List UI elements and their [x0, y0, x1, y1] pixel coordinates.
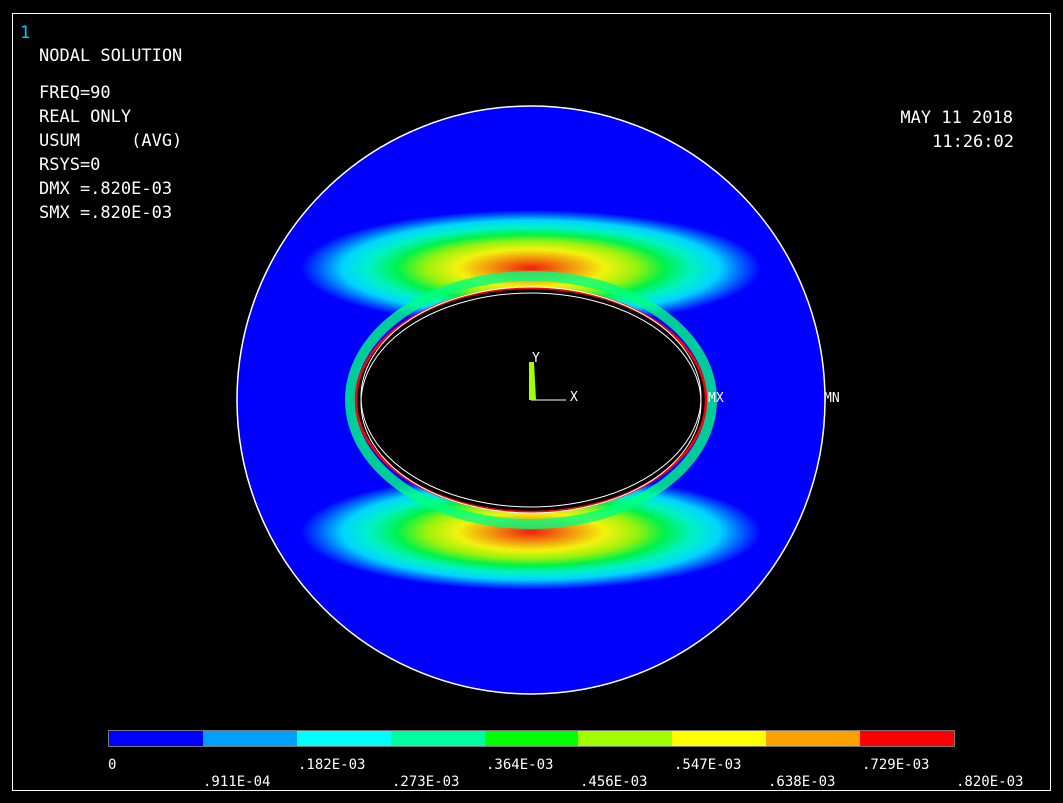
legend-label-3: .273E-03 — [392, 774, 460, 790]
legend-label-6: .547E-03 — [674, 757, 742, 773]
legend-swatch-8 — [860, 731, 955, 746]
contour-legend-bar — [108, 730, 955, 747]
legend-label-7: .638E-03 — [768, 774, 836, 790]
triad-y-label: Y — [532, 351, 540, 366]
contour-plot[interactable]: Y X MX MN — [0, 0, 1063, 720]
triad-x-label: X — [570, 390, 578, 405]
legend-label-0: 0 — [108, 757, 117, 773]
legend-label-5: .456E-03 — [580, 774, 648, 790]
legend-label-1: .911E-04 — [203, 774, 271, 790]
min-marker-label: MN — [824, 391, 840, 406]
legend-swatch-7 — [766, 731, 861, 746]
legend-swatch-2 — [296, 731, 391, 746]
legend-swatch-6 — [672, 731, 767, 746]
legend-swatch-0 — [109, 731, 203, 746]
legend-label-9: .820E-03 — [956, 774, 1024, 790]
max-marker-label: MX — [708, 391, 724, 406]
legend-label-2: .182E-03 — [298, 757, 366, 773]
legend-swatch-5 — [578, 731, 673, 746]
legend-swatch-4 — [484, 731, 579, 746]
legend-swatch-3 — [390, 731, 485, 746]
legend-label-8: .729E-03 — [862, 757, 930, 773]
legend-label-4: .364E-03 — [486, 757, 554, 773]
legend-swatch-1 — [202, 731, 297, 746]
